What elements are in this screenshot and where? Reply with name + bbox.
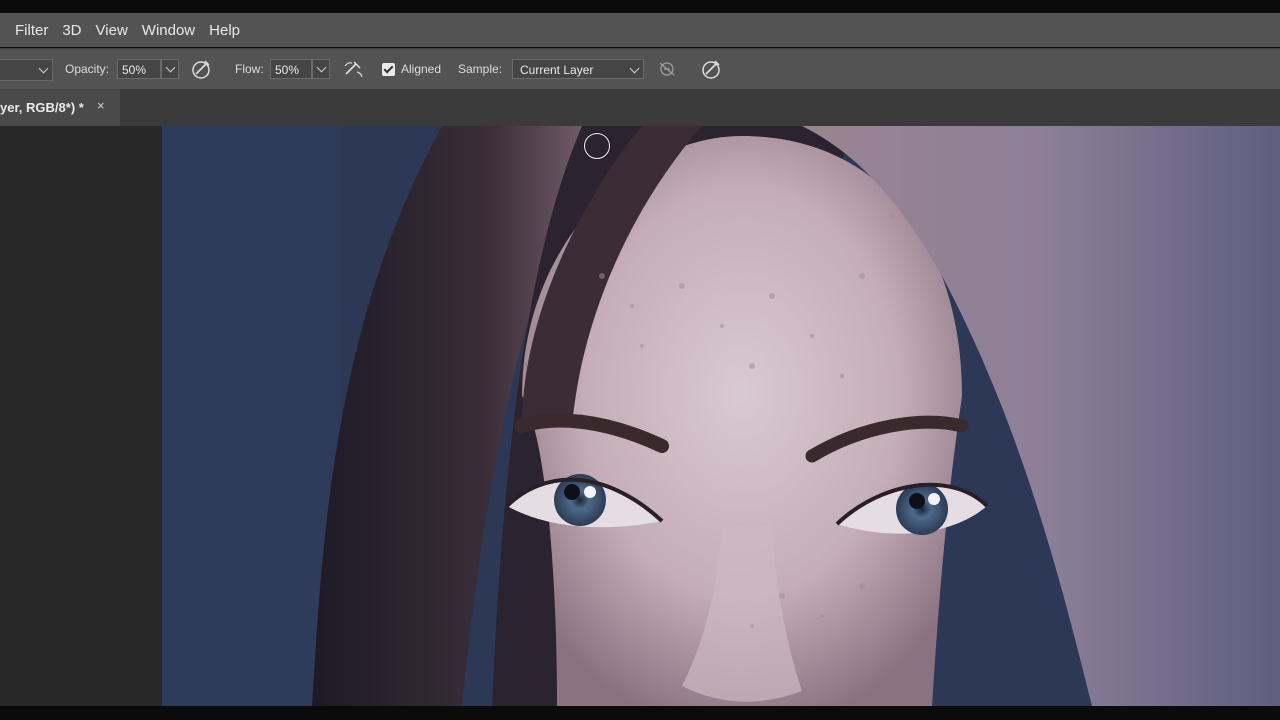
brush-preset-dropdown[interactable] xyxy=(0,59,53,81)
aligned-checkbox[interactable] xyxy=(382,63,395,76)
sample-label: Sample: xyxy=(458,62,503,76)
close-icon[interactable]: × xyxy=(97,98,105,113)
image-canvas[interactable] xyxy=(162,126,1280,706)
menu-help[interactable]: Help xyxy=(202,22,247,39)
bottom-bar xyxy=(0,706,1280,720)
chevron-down-icon xyxy=(316,62,327,73)
chevron-down-icon xyxy=(38,63,49,74)
title-bar xyxy=(0,0,1280,13)
document-tab-label: yer, RGB/8*) * xyxy=(0,100,84,115)
sample-dropdown[interactable]: Current Layer xyxy=(512,59,644,79)
chevron-down-icon xyxy=(629,63,640,74)
flow-dropdown[interactable] xyxy=(312,59,330,79)
ignore-adjustment-layers-icon[interactable] xyxy=(655,58,679,80)
sample-value: Current Layer xyxy=(520,63,594,77)
brush-pressure-opacity-icon[interactable] xyxy=(190,58,214,80)
chevron-down-icon xyxy=(165,62,176,73)
flow-label: Flow: xyxy=(235,62,264,76)
options-bar: Opacity: 50% Flow: 50% Aligned Sample: C… xyxy=(0,48,1280,90)
aligned-label: Aligned xyxy=(401,62,442,76)
portrait-image xyxy=(162,126,1280,706)
flow-field[interactable]: 50% xyxy=(270,59,312,79)
menu-bar: Filter 3D View Window Help xyxy=(0,13,1280,47)
opacity-field[interactable]: 50% xyxy=(117,59,161,79)
document-tab-bar: yer, RGB/8*) * × xyxy=(0,89,1280,126)
menu-view[interactable]: View xyxy=(89,22,135,39)
opacity-label: Opacity: xyxy=(65,62,110,76)
menu-3d[interactable]: 3D xyxy=(55,22,88,39)
brush-pressure-size-icon[interactable] xyxy=(700,58,724,80)
menu-filter[interactable]: Filter xyxy=(8,22,55,39)
brush-cursor-icon xyxy=(584,133,610,159)
document-tab[interactable]: yer, RGB/8*) * × xyxy=(0,89,120,126)
menu-window[interactable]: Window xyxy=(135,22,202,39)
airbrush-icon[interactable] xyxy=(342,58,366,80)
opacity-dropdown[interactable] xyxy=(161,59,179,79)
